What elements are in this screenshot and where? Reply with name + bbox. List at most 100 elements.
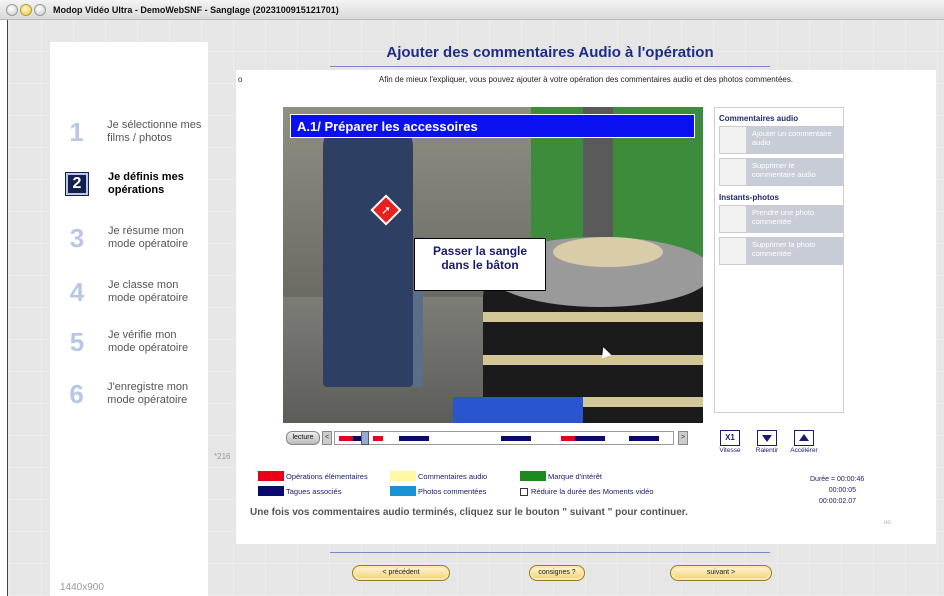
legend-associated-tags: Tagues associés [258, 486, 341, 496]
photo-thumbnail [719, 205, 747, 233]
step-label: J'enregistre mon mode opératoire [107, 381, 189, 406]
arrow-icon: ➚ [380, 203, 392, 217]
window-left-edge [0, 20, 8, 596]
precise-time: 00:00:02.07 [819, 498, 856, 505]
timeline-right-arrow[interactable]: > [678, 431, 688, 445]
timeline-playhead[interactable] [361, 431, 369, 445]
header-divider [330, 66, 770, 67]
step-4[interactable]: 4 Je classe mon mode opératoire [64, 272, 204, 312]
step-number: 5 [69, 326, 85, 357]
video-scene-wood-band [483, 355, 703, 365]
intro-text: Afin de mieux l'expliquer, vous pouvez a… [378, 75, 794, 84]
triangle-up-icon [799, 434, 809, 441]
speed-up-icon-box [794, 430, 814, 446]
speed-value: X1 [720, 430, 740, 446]
previous-button[interactable]: < précédent [352, 565, 450, 581]
step-5[interactable]: 5 Je vérifie mon mode opératoire [64, 322, 204, 362]
delete-photo-button[interactable]: Supprimer la photo commentée [719, 237, 843, 265]
side-number: *216 [214, 452, 231, 461]
slow-down-label: Ralentir [755, 447, 779, 454]
photos-heading: Instants-photos [719, 193, 779, 202]
delete-photo-label: Supprimer la photo commentée [747, 237, 843, 265]
reduce-moments-checkbox[interactable] [520, 487, 528, 496]
reduce-moments-option[interactable]: Réduire la durée des Moments vidéo [520, 487, 654, 496]
slow-down-icon-box [757, 430, 777, 446]
timeline-left-arrow[interactable]: < [322, 431, 332, 445]
timeline-bar: lecture < > [286, 430, 698, 446]
timeline-segment-operation [373, 436, 383, 441]
yellow-swatch [390, 471, 416, 481]
speed-label: Vitesse [719, 447, 741, 454]
audio-thumbnail [719, 126, 747, 154]
take-photo-button[interactable]: Prendre une photo commentée [719, 205, 843, 233]
next-button[interactable]: suivant > [670, 565, 772, 581]
legend-elementary-ops: Opérations élémentaires [258, 471, 368, 481]
video-headline: A.1/ Préparer les accessoires [290, 114, 695, 138]
blue-swatch [390, 486, 416, 496]
close-window-icon[interactable] [6, 3, 18, 16]
step-label: Je résume mon mode opératoire [108, 225, 189, 250]
delete-audio-button[interactable]: Supprimer le commentaire audio [719, 158, 843, 186]
photo-thumbnail [719, 237, 747, 265]
window-title: Modop Vidéo Ultra - DemoWebSNF - Sanglag… [53, 4, 339, 15]
timeline-segment-tag [575, 436, 605, 441]
tiny-marker: oo [884, 520, 891, 526]
step-label: Je définis mes opérations [108, 171, 184, 196]
step-label: Je vérifie mon mode opératoire [108, 329, 189, 354]
video-player[interactable]: A.1/ Préparer les accessoires Passer la … [283, 107, 703, 423]
green-swatch [520, 471, 546, 481]
legend-label: Commentaires audio [418, 471, 488, 481]
legend-label: Tagues associés [286, 486, 342, 496]
add-audio-label: Ajouter un commentaire audio [747, 126, 843, 154]
audio-heading: Commentaires audio [719, 114, 799, 123]
video-scene-wood-band [483, 312, 703, 322]
speed-up-button[interactable]: Accélérer [784, 430, 824, 454]
delete-audio-label: Supprimer le commentaire audio [747, 158, 843, 186]
legend-interest-mark: Marque d'intérêt [520, 471, 602, 481]
video-scene-pallet [453, 397, 583, 423]
speed-up-label: Accélérer [790, 447, 818, 454]
timeline-segment-tag [399, 436, 429, 441]
video-scene-person [323, 117, 413, 387]
step-number: 2 [65, 172, 89, 196]
video-caption-line: Passer la sangle [432, 244, 528, 258]
step-number: 1 [69, 116, 84, 147]
triangle-down-icon [762, 435, 772, 442]
timeline-segment-tag [629, 436, 659, 441]
legend-photo-comments: Photos commentées [390, 486, 486, 496]
legend-audio-comments: Commentaires audio [390, 471, 487, 481]
step-3[interactable]: 3 Je résume mon mode opératoire [64, 218, 204, 258]
speed-control[interactable]: X1 Vitesse [710, 430, 750, 454]
minimize-window-icon[interactable] [20, 3, 32, 16]
audio-thumbnail [719, 158, 747, 186]
window-titlebar: Modop Vidéo Ultra - DemoWebSNF - Sanglag… [0, 0, 944, 20]
slow-down-button[interactable]: Ralentir [747, 430, 787, 454]
video-caption: Passer la sangle dans le bâton [414, 238, 546, 291]
page-title: Ajouter des commentaires Audio à l'opéra… [386, 44, 714, 61]
red-swatch [258, 471, 284, 481]
video-scene-coil-hole [553, 237, 663, 267]
step-label: Je sélectionne mes films / photos [107, 119, 202, 144]
step-2[interactable]: 2 Je définis mes opérations [64, 164, 204, 204]
resolution-label: 1440x900 [60, 582, 104, 593]
comments-panel: Commentaires audio Ajouter un commentair… [714, 107, 844, 413]
instructions-button[interactable]: consignes ? [529, 565, 585, 581]
reduce-moments-label: Réduire la durée des Moments vidéo [531, 487, 654, 496]
current-time: 00:00:05 [828, 487, 856, 494]
step-number: 4 [69, 276, 85, 307]
play-button[interactable]: lecture [286, 431, 320, 445]
legend-label: Opérations élémentaires [286, 471, 368, 481]
step-1[interactable]: 1 Je sélectionne mes films / photos [64, 112, 204, 152]
timeline-segment-operation [561, 436, 575, 441]
maximize-window-icon[interactable] [34, 3, 46, 16]
step-number: 6 [69, 378, 84, 409]
durations-readout: Durée = 00:00:46 00:00:05 00:00:02.07 [810, 474, 865, 507]
total-duration: Durée = 00:00:46 [810, 476, 865, 483]
navy-swatch [258, 486, 284, 496]
step-6[interactable]: 6 J'enregistre mon mode opératoire [64, 374, 204, 414]
video-caption-line: dans le bâton [441, 258, 519, 272]
timeline-segment-tag [501, 436, 531, 441]
add-audio-button[interactable]: Ajouter un commentaire audio [719, 126, 843, 154]
timeline-track[interactable] [334, 431, 674, 445]
instruction-message: Une fois vos commentaires audio terminés… [250, 507, 688, 518]
